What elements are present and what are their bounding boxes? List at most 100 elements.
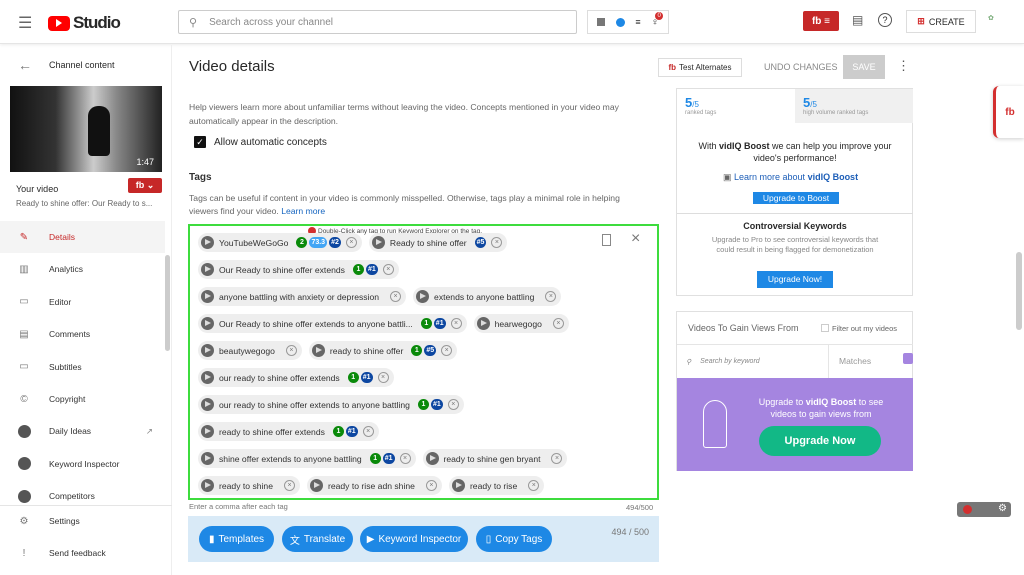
- tags-input[interactable]: Double-Click any tag to run Keyword Expl…: [188, 224, 659, 500]
- close-icon[interactable]: ×: [631, 230, 640, 248]
- trophy-icon[interactable]: ♀ 0: [651, 11, 664, 28]
- help-icon[interactable]: ?: [878, 13, 892, 27]
- remove-tag-icon[interactable]: ×: [450, 318, 462, 329]
- search-input[interactable]: ⚲ Search across your channel: [178, 10, 577, 34]
- translate-button[interactable]: 文 Translate: [282, 526, 353, 552]
- tag-chip[interactable]: YouTubeWeGoGo 2 73.3 #2 ×: [198, 233, 362, 252]
- video-thumbnail[interactable]: 1:47: [10, 86, 162, 172]
- channel-content-link[interactable]: Channel content: [49, 60, 115, 70]
- sidebar-item-copyright[interactable]: © Copyright: [0, 383, 165, 415]
- allow-concepts-checkbox[interactable]: ✓: [194, 136, 206, 148]
- remove-tag-icon[interactable]: ×: [425, 480, 437, 491]
- vidiq-keyword-icon[interactable]: [201, 479, 214, 492]
- more-options-icon[interactable]: ⋮: [897, 58, 910, 74]
- remove-tag-icon[interactable]: ×: [545, 291, 557, 302]
- sidebar-item-daily-ideas[interactable]: Daily Ideas ↗: [0, 415, 165, 447]
- remove-tag-icon[interactable]: ×: [362, 426, 374, 437]
- vidiq-keyword-icon[interactable]: [371, 236, 385, 249]
- vidiq-play-icon[interactable]: [615, 17, 625, 27]
- remove-tag-icon[interactable]: ×: [551, 453, 563, 464]
- remove-tag-icon[interactable]: ×: [377, 372, 389, 383]
- remove-tag-icon[interactable]: ×: [441, 345, 453, 356]
- tag-chip[interactable]: our ready to shine offer extends 1 #1 ×: [198, 368, 394, 387]
- tag-chip[interactable]: extends to anyone battling ×: [413, 287, 562, 306]
- vidiq-keyword-icon[interactable]: [425, 452, 439, 465]
- menu-icon[interactable]: ☰: [18, 13, 32, 33]
- vidiq-keyword-icon[interactable]: [416, 290, 430, 303]
- remove-tag-icon[interactable]: ×: [345, 237, 357, 248]
- tag-chip[interactable]: ready to rise ×: [448, 476, 545, 495]
- undo-changes-button[interactable]: UNDO CHANGES: [764, 62, 838, 72]
- vidiq-keyword-icon[interactable]: [201, 398, 214, 411]
- vidiq-side-tab[interactable]: fb: [993, 86, 1024, 138]
- vidiq-keyword-icon[interactable]: [201, 425, 214, 438]
- external-link-icon[interactable]: ↗: [146, 426, 153, 437]
- remove-tag-icon[interactable]: ×: [283, 480, 295, 491]
- sidebar-item-subtitles[interactable]: ▭ Subtitles: [0, 351, 165, 383]
- back-arrow-icon[interactable]: ←: [18, 57, 32, 73]
- tag-chip[interactable]: anyone battling with anxiety or depressi…: [198, 287, 407, 306]
- vidiq-keyword-icon[interactable]: [201, 371, 214, 384]
- tag-chip[interactable]: hearwegogo ×: [473, 314, 569, 333]
- remove-tag-icon[interactable]: ×: [552, 318, 564, 329]
- vidiq-keyword-icon[interactable]: [309, 479, 323, 492]
- vidiq-keyword-icon[interactable]: [201, 344, 214, 357]
- filter-checkbox[interactable]: [821, 324, 829, 332]
- keyword-inspector-button[interactable]: ▶ Keyword Inspector: [360, 526, 468, 552]
- tag-chip[interactable]: ready to shine ×: [198, 476, 300, 495]
- tag-chip[interactable]: Our Ready to shine offer extends 1 #1 ×: [198, 260, 399, 279]
- vidiq-keyword-icon[interactable]: [476, 317, 490, 330]
- tag-chip[interactable]: beautywegogo ×: [198, 341, 302, 360]
- studio-logo[interactable]: Studio: [48, 13, 121, 33]
- keyword-search-input[interactable]: ⚲ Search by keyword: [677, 345, 829, 378]
- vidiq-widget[interactable]: ⚙: [957, 502, 1011, 517]
- tag-chip[interactable]: ready to rise adn shine ×: [306, 476, 442, 495]
- tag-chip[interactable]: Our Ready to shine offer extends to anyo…: [198, 314, 467, 333]
- vidiq-keyword-icon[interactable]: [201, 290, 214, 303]
- vidiq-keyword-icon[interactable]: [201, 452, 214, 465]
- learn-more-link[interactable]: Learn more: [281, 206, 325, 216]
- remove-tag-icon[interactable]: ×: [399, 453, 411, 464]
- vidiq-keyword-icon[interactable]: [201, 317, 214, 330]
- sidebar-scrollbar[interactable]: [165, 255, 170, 351]
- create-button[interactable]: ⊞ CREATE: [906, 10, 976, 33]
- remove-tag-icon[interactable]: ×: [447, 399, 459, 410]
- gear-icon[interactable]: ⚙: [998, 503, 1007, 514]
- vidiq-keyword-icon[interactable]: [201, 236, 214, 249]
- sidebar-item-keyword-inspector[interactable]: Keyword Inspector: [0, 448, 165, 480]
- tag-chip[interactable]: shine offer extends to anyone battling 1 #…: [198, 449, 416, 468]
- vidiq-keyword-icon[interactable]: [451, 479, 465, 492]
- list-icon[interactable]: ≡: [635, 17, 640, 27]
- feedback-icon[interactable]: ▤: [852, 13, 863, 27]
- upgrade-now-small-button[interactable]: Upgrade Now!: [757, 271, 833, 288]
- remove-tag-icon[interactable]: ×: [491, 237, 503, 248]
- upgrade-to-boost-button[interactable]: Upgrade to Boost: [753, 192, 839, 204]
- tag-chip[interactable]: ready to shine offer extends 1 #1 ×: [198, 422, 379, 441]
- copy-tags-button[interactable]: ▯ Copy Tags: [476, 526, 552, 552]
- matches-sort[interactable]: Matches: [839, 356, 871, 366]
- learn-boost-link[interactable]: ▣ Learn more about vidIQ Boost: [723, 172, 858, 183]
- remove-tag-icon[interactable]: ×: [285, 345, 297, 356]
- test-alternates-button[interactable]: fb Test Alternates: [658, 58, 742, 77]
- remove-tag-icon[interactable]: ×: [382, 264, 394, 275]
- tag-chip[interactable]: our ready to shine offer extends to anyo…: [198, 395, 464, 414]
- templates-button[interactable]: ▮ Templates: [199, 526, 274, 552]
- copy-icon[interactable]: [602, 234, 611, 246]
- sidebar-item-editor[interactable]: ▭ Editor: [0, 286, 165, 318]
- remove-tag-icon[interactable]: ×: [390, 291, 402, 302]
- sidebar-item-analytics[interactable]: ▥ Analytics: [0, 253, 165, 285]
- remove-tag-icon[interactable]: ×: [528, 480, 540, 491]
- tag-chip[interactable]: Ready to shine offer #5 ×: [368, 233, 508, 252]
- vidiq-video-dropdown[interactable]: fb ⌄: [128, 178, 162, 193]
- vidiq-menu-button[interactable]: fb ≡: [803, 11, 839, 31]
- sidebar-item-comments[interactable]: ▤ Comments: [0, 318, 165, 350]
- vidiq-square-icon[interactable]: [597, 18, 606, 26]
- save-button[interactable]: SAVE: [843, 55, 885, 79]
- upgrade-now-button[interactable]: Upgrade Now: [759, 426, 881, 456]
- tag-chip[interactable]: ready to shine gen bryant ×: [422, 449, 568, 468]
- tag-chip[interactable]: ready to shine offer 1 #5 ×: [308, 341, 458, 360]
- sidebar-item-details[interactable]: ✎ Details: [0, 221, 165, 253]
- page-scrollbar[interactable]: [1016, 252, 1022, 330]
- vidiq-keyword-icon[interactable]: [201, 263, 214, 276]
- avatar[interactable]: ✿: [988, 14, 1002, 24]
